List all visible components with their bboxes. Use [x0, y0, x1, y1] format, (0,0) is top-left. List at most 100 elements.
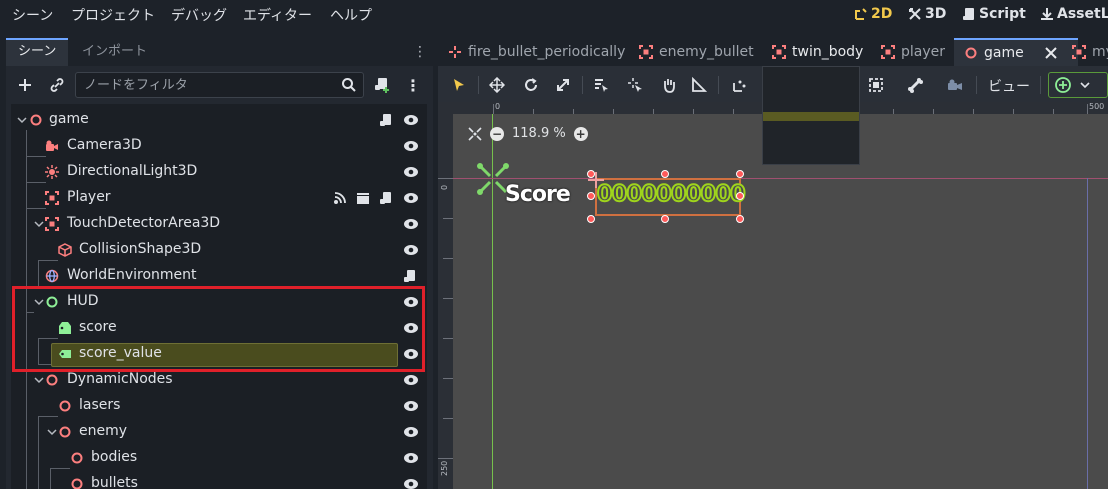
score-label-node[interactable]: Score — [505, 182, 571, 207]
download-icon — [1041, 8, 1053, 20]
pivot-mode-button[interactable] — [624, 74, 646, 96]
resize-handle[interactable] — [736, 170, 744, 178]
close-icon[interactable] — [1044, 46, 1058, 60]
visibility-eye-icon[interactable] — [403, 425, 419, 439]
chevron-down-icon[interactable] — [33, 218, 45, 230]
tree-item-enemy[interactable]: enemy — [11, 419, 427, 445]
chevron-down-icon[interactable] — [33, 374, 45, 386]
tab-label: fire_bullet_periodically — [468, 44, 626, 60]
link-icon — [50, 78, 64, 92]
tab-scene[interactable]: シーン — [6, 38, 69, 66]
visibility-eye-icon[interactable] — [403, 113, 419, 127]
scene-instance-icon — [45, 217, 59, 231]
zoom-in-button[interactable]: + — [573, 126, 588, 141]
tab-enemy-bullet[interactable]: enemy_bullet — [629, 38, 764, 66]
mode-assetlib-button[interactable]: AssetLib — [1040, 6, 1108, 22]
center-view-icon[interactable] — [468, 126, 482, 141]
tree-item-touchdetectorarea3d[interactable]: TouchDetectorArea3D — [11, 211, 427, 237]
scale-mode-button[interactable] — [552, 74, 574, 96]
visibility-eye-icon[interactable] — [403, 399, 419, 413]
script-icon[interactable] — [379, 113, 393, 127]
tree-item-collisionshape3d[interactable]: CollisionShape3D — [11, 237, 427, 263]
tree-item-player[interactable]: Player — [11, 185, 427, 211]
group-icon — [869, 78, 883, 92]
tab-my[interactable]: my — [1062, 38, 1108, 66]
resize-handle[interactable] — [587, 215, 595, 223]
tree-item-camera3d[interactable]: Camera3D — [11, 133, 427, 159]
script-icon[interactable] — [379, 191, 393, 205]
rotate-mode-button[interactable] — [520, 74, 542, 96]
dropdown-popup[interactable] — [762, 66, 860, 165]
tree-item-directionallight3d[interactable]: DirectionalLight3D — [11, 159, 427, 185]
visibility-eye-icon[interactable] — [403, 243, 419, 257]
tab-twin-body[interactable]: twin_body — [762, 38, 873, 66]
ruler-mode-button[interactable] — [688, 74, 710, 96]
chevron-down-icon[interactable] — [46, 426, 58, 438]
visibility-eye-icon[interactable] — [403, 165, 419, 179]
tab-game[interactable]: game — [954, 38, 1078, 66]
menu-scene[interactable]: シーン — [12, 5, 53, 25]
tree-item-lasers[interactable]: lasers — [11, 393, 427, 419]
move-mode-button[interactable] — [486, 74, 508, 96]
zoom-out-button[interactable]: − — [490, 126, 504, 141]
score-value-node[interactable]: 0000000000 — [596, 181, 747, 208]
menu-project[interactable]: プロジェクト — [71, 5, 155, 25]
add-node-dropdown[interactable] — [1048, 72, 1108, 98]
visibility-eye-icon[interactable] — [403, 451, 419, 465]
resize-handle[interactable] — [587, 192, 595, 200]
snap-icon — [733, 80, 746, 92]
visibility-eye-icon[interactable] — [403, 373, 419, 387]
tree-item-bodies[interactable]: bodies — [11, 445, 427, 471]
visibility-eye-icon[interactable] — [403, 191, 419, 205]
menu-help[interactable]: ヘルプ — [330, 5, 372, 25]
resize-handle[interactable] — [736, 192, 744, 200]
tab-player[interactable]: player — [871, 38, 955, 66]
list-select-button[interactable] — [590, 74, 612, 96]
chevron-down-icon[interactable] — [16, 114, 28, 126]
select-mode-button[interactable] — [448, 74, 470, 96]
add-node-button[interactable] — [14, 74, 36, 96]
grid-lock-button[interactable] — [865, 74, 887, 96]
visibility-eye-icon[interactable] — [403, 139, 419, 153]
node3d-circle-icon — [71, 452, 83, 464]
instance-scene-button[interactable] — [46, 74, 68, 96]
vertical-dots-icon: ⋮ — [405, 75, 421, 95]
menu-editor[interactable]: エディター — [243, 5, 312, 25]
tree-item-game[interactable]: game — [11, 107, 427, 133]
resize-handle[interactable] — [661, 215, 669, 223]
scene-menu-button[interactable]: ⋮ — [402, 74, 424, 96]
signal-icon[interactable] — [333, 191, 347, 205]
script-icon[interactable] — [403, 269, 417, 283]
dropdown-highlight[interactable] — [763, 112, 859, 121]
mode-3d-button[interactable]: 3D — [908, 6, 946, 22]
mode-2d-label: 2D — [871, 6, 893, 22]
tree-item-bullets[interactable]: bullets — [11, 471, 427, 489]
resize-handle[interactable] — [661, 170, 669, 178]
mode-2d-button[interactable]: 2D — [854, 6, 892, 22]
skeleton-button[interactable] — [904, 74, 926, 96]
node-filter-input[interactable] — [76, 73, 326, 97]
attach-script-button[interactable] — [371, 74, 393, 96]
resize-handle[interactable] — [736, 215, 744, 223]
clapperboard-icon[interactable] — [356, 191, 370, 205]
dock-menu-icon[interactable]: ⋮ — [413, 44, 427, 60]
node3d-circle-icon — [71, 478, 83, 489]
tab-import[interactable]: インポート — [70, 38, 159, 66]
camera-icon — [948, 79, 962, 90]
cube-icon — [58, 243, 72, 257]
camera-icon — [46, 140, 58, 151]
visibility-eye-icon[interactable] — [403, 217, 419, 231]
camera-override-button[interactable] — [944, 74, 966, 96]
tab-label: game — [984, 45, 1024, 61]
ruler-icon — [692, 77, 707, 92]
chevron-down-icon — [1080, 82, 1090, 89]
pan-mode-button[interactable] — [658, 74, 680, 96]
menu-debug[interactable]: デバッグ — [171, 5, 227, 25]
scene-instance-icon — [881, 45, 895, 59]
view-menu[interactable]: ビュー — [988, 76, 1030, 96]
visibility-eye-icon[interactable] — [403, 477, 419, 489]
smart-snap-button[interactable] — [728, 74, 750, 96]
mode-script-button[interactable]: Script — [962, 6, 1026, 22]
tab-fire-bullet-periodically[interactable]: fire_bullet_periodically — [438, 38, 635, 66]
scene-toolbar: ⋮ — [6, 70, 433, 102]
